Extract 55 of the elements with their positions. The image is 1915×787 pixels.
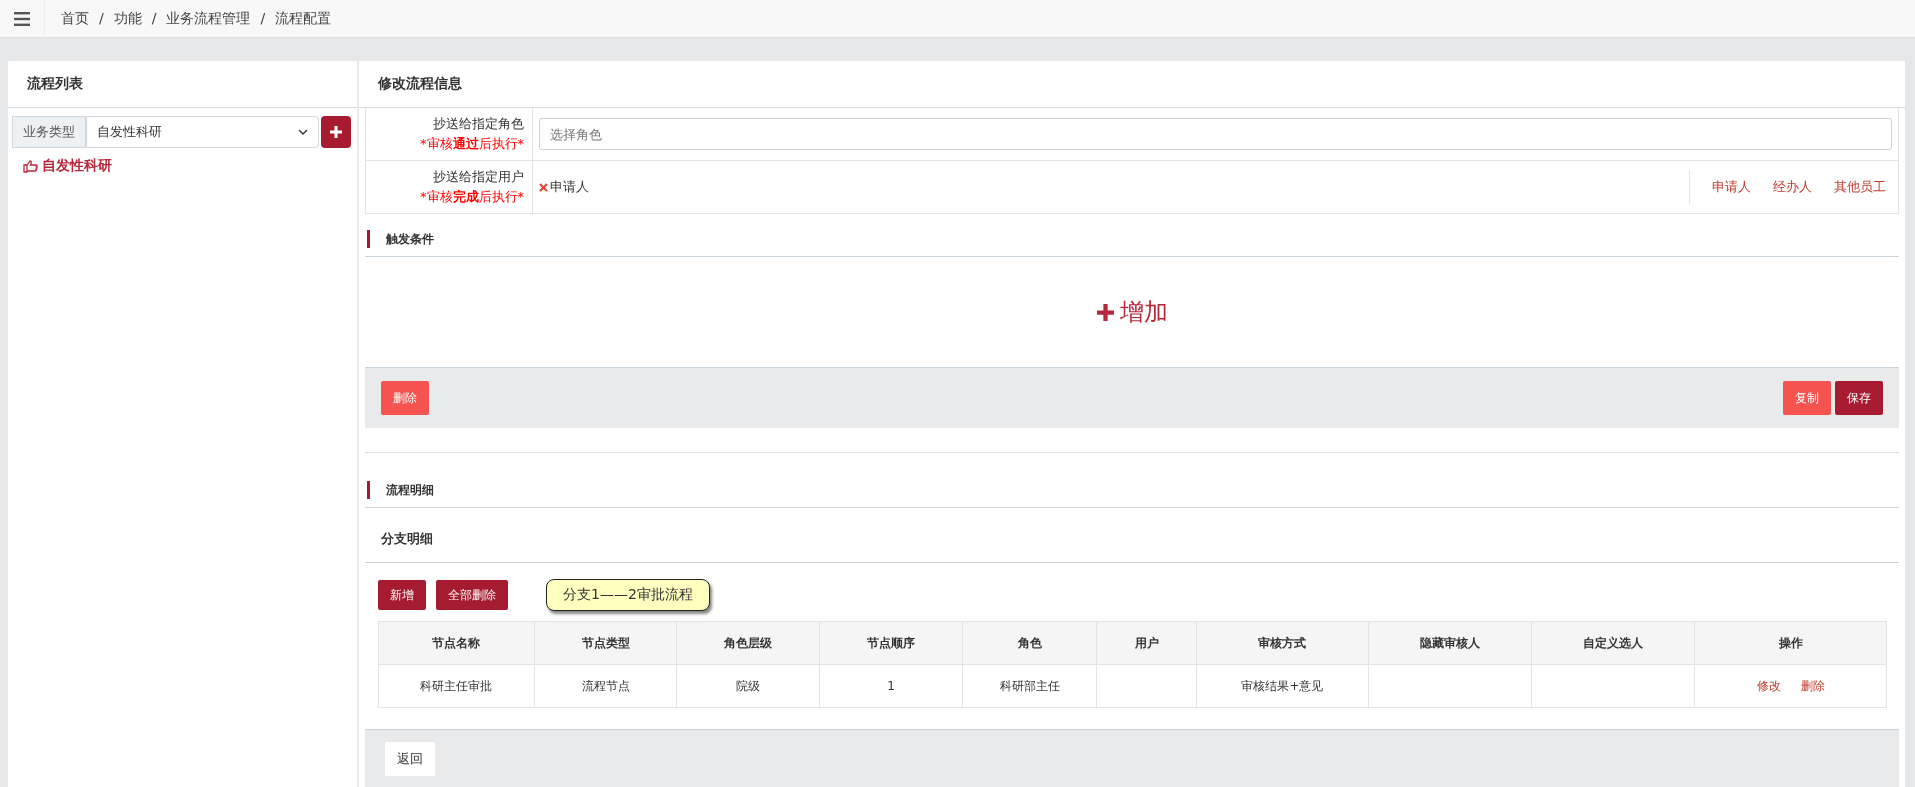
user-link[interactable]: 经办人 [1773, 178, 1812, 196]
breadcrumb-separator: / [99, 9, 104, 28]
column-header: 角色 [962, 621, 1097, 665]
chevron-down-icon [298, 129, 308, 135]
breadcrumb-item[interactable]: 功能 [113, 9, 142, 28]
remove-icon[interactable] [539, 182, 548, 192]
role-input[interactable]: 选择角色 [539, 118, 1892, 150]
filter-label: 业务类型 [12, 116, 86, 148]
column-header: 节点顺序 [819, 621, 963, 665]
save-button[interactable]: 保存 [1835, 381, 1883, 415]
breadcrumb-item[interactable]: 首页 [61, 9, 89, 28]
new-button[interactable]: 新增 [378, 580, 426, 610]
column-header: 节点名称 [378, 621, 535, 665]
plus-icon [330, 126, 342, 138]
table-cell: 审核结果+意见 [1241, 678, 1324, 693]
type-select[interactable]: 自发性科研 [86, 116, 319, 148]
user-tag: 申请人 [550, 178, 589, 196]
breadcrumb-separator: / [260, 9, 266, 28]
edit-link[interactable]: 修改 [1756, 677, 1781, 695]
table-cell: 院级 [736, 678, 761, 693]
panel-title: 修改流程信息 [359, 61, 1905, 108]
column-header: 审核方式 [1196, 621, 1369, 665]
required-note: *审核完成后执行* [419, 188, 524, 206]
add-condition-button[interactable]: 增加 [1090, 295, 1174, 329]
user-link[interactable]: 申请人 [1712, 178, 1751, 196]
menu-icon[interactable] [14, 11, 30, 26]
section-title: 触发条件 [367, 230, 1899, 248]
field-label: 抄送给指定角色 [432, 115, 524, 133]
pointing-hand-icon [23, 159, 38, 173]
subsection-title: 分支明细 [365, 508, 1899, 563]
column-header: 用户 [1096, 621, 1197, 665]
column-header: 自定义选人 [1531, 621, 1695, 665]
column-header: 操作 [1694, 621, 1887, 665]
breadcrumb-separator: / [151, 9, 157, 28]
required-note: *审核通过后执行* [419, 135, 524, 153]
delete-all-button[interactable]: 全部删除 [436, 580, 508, 610]
back-button[interactable]: 返回 [385, 742, 435, 776]
table-cell: 流程节点 [581, 678, 630, 693]
plus-icon [1096, 303, 1114, 321]
column-header: 角色层级 [676, 621, 820, 665]
sidebar-item[interactable]: 自发性科研 [23, 157, 357, 175]
table-cell: 1 [887, 679, 895, 693]
field-label: 抄送给指定用户 [432, 168, 524, 186]
table-cell: 科研部主任 [999, 678, 1060, 693]
column-header: 隐藏审核人 [1368, 621, 1532, 665]
breadcrumb-item[interactable]: 业务流程管理 [166, 9, 251, 28]
user-link[interactable]: 其他员工 [1834, 178, 1886, 196]
breadcrumb-item[interactable]: 流程配置 [275, 9, 332, 28]
table-cell: 科研主任审批 [420, 678, 493, 693]
add-button[interactable] [321, 116, 351, 148]
panel-title: 流程列表 [8, 61, 357, 108]
column-header: 节点类型 [534, 621, 677, 665]
tooltip: 分支1——2审批流程 [546, 579, 710, 611]
section-title: 流程明细 [367, 481, 1899, 499]
delete-link[interactable]: 删除 [1800, 677, 1825, 695]
